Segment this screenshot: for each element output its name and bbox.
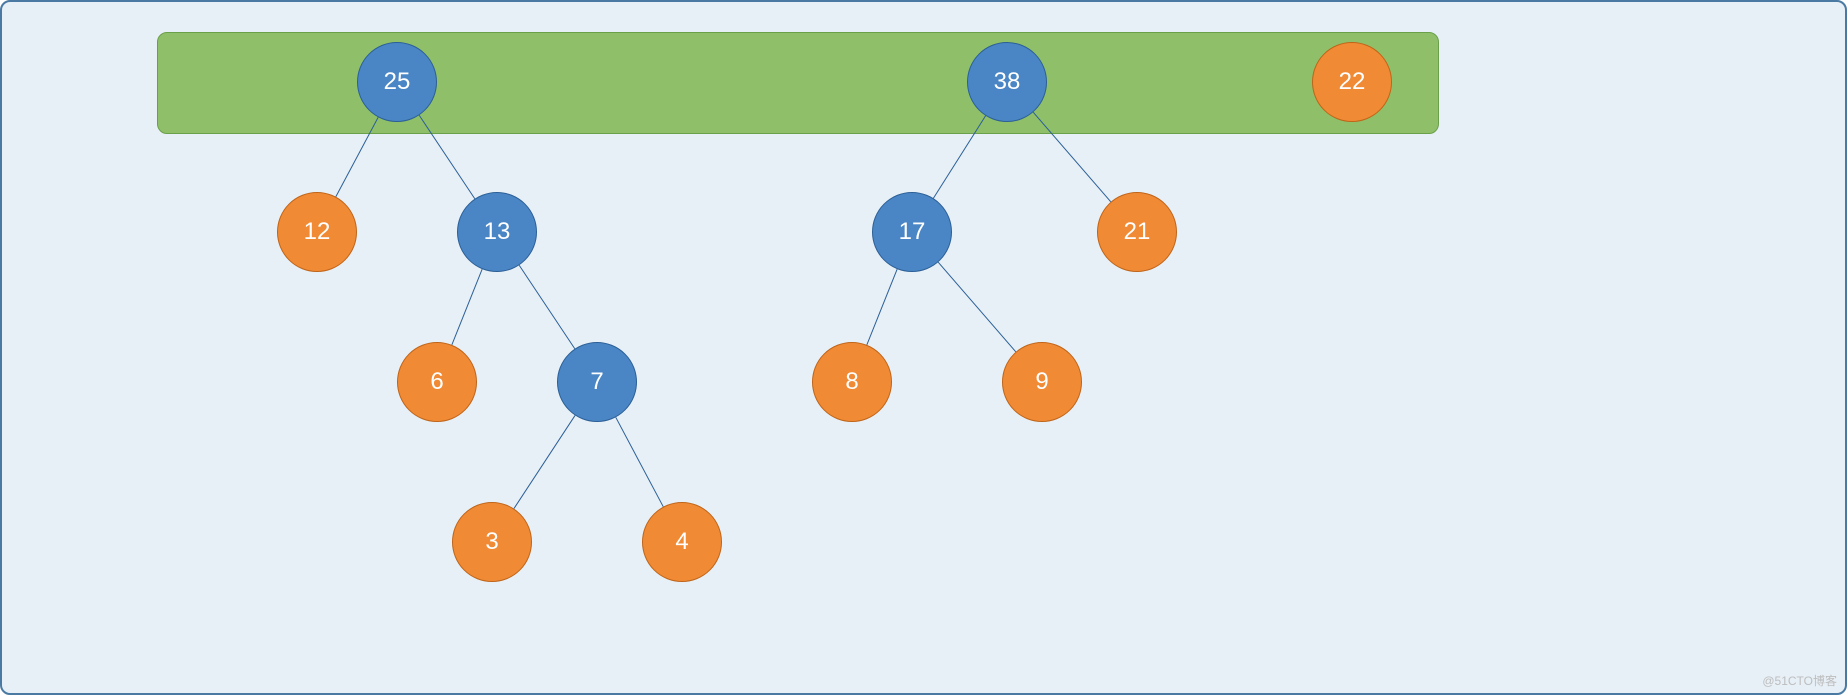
edge xyxy=(514,415,575,508)
node-9: 9 xyxy=(1002,342,1082,422)
diagram-canvas: 25 12 13 6 7 3 4 38 17 21 8 9 22 @51CTO博… xyxy=(0,0,1847,695)
node-6: 6 xyxy=(397,342,477,422)
node-21: 21 xyxy=(1097,192,1177,272)
node-12: 12 xyxy=(277,192,357,272)
node-25: 25 xyxy=(357,42,437,122)
forest-row-band xyxy=(157,32,1439,134)
node-38: 38 xyxy=(967,42,1047,122)
edge xyxy=(867,269,897,345)
node-22: 22 xyxy=(1312,42,1392,122)
node-7: 7 xyxy=(557,342,637,422)
node-13: 13 xyxy=(457,192,537,272)
watermark: @51CTO博客 xyxy=(1762,672,1837,689)
edge xyxy=(452,269,482,345)
node-4: 4 xyxy=(642,502,722,582)
node-17: 17 xyxy=(872,192,952,272)
edge xyxy=(519,265,575,348)
node-3: 3 xyxy=(452,502,532,582)
edge xyxy=(616,417,663,506)
node-8: 8 xyxy=(812,342,892,422)
edge xyxy=(938,262,1016,352)
